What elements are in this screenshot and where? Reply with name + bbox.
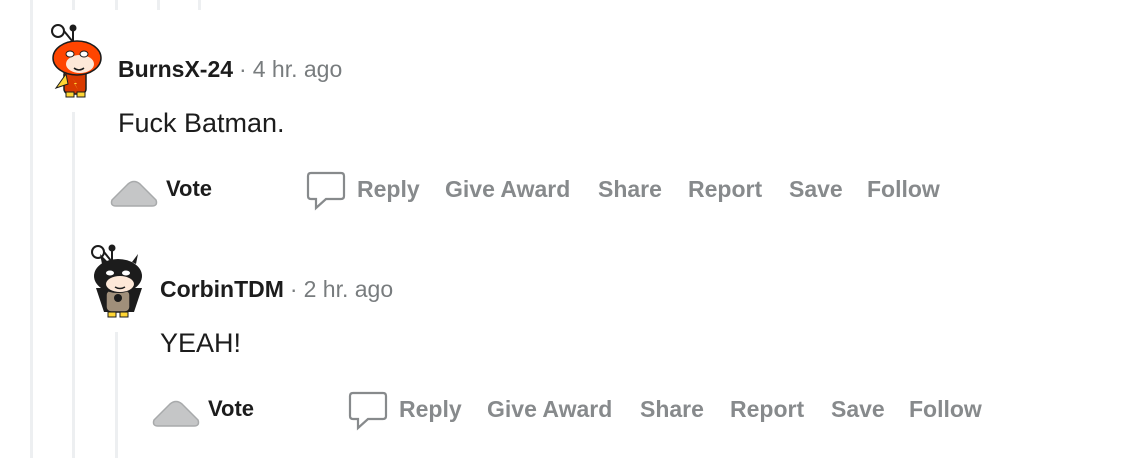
comment-body: Fuck Batman.	[118, 108, 285, 138]
comment-meta: CorbinTDM · 2 hr. ago	[160, 276, 393, 303]
give-award-button[interactable]: Give Award	[487, 396, 612, 423]
thread-line[interactable]	[198, 0, 201, 10]
comment-timestamp[interactable]: 4 hr. ago	[253, 56, 343, 82]
follow-button[interactable]: Follow	[909, 396, 982, 423]
thread-line[interactable]	[157, 0, 160, 10]
reply-button[interactable]: Reply	[399, 396, 462, 423]
thread-line[interactable]	[115, 332, 118, 458]
comment-actions: Vote Reply Give Award Share Report Save …	[108, 170, 1008, 212]
thread-line[interactable]	[72, 0, 75, 10]
avatar[interactable]	[88, 240, 150, 325]
reply-icon[interactable]	[306, 170, 346, 212]
username-link[interactable]: CorbinTDM	[160, 276, 284, 302]
follow-button[interactable]: Follow	[867, 176, 940, 203]
meta-separator: ·	[239, 56, 247, 82]
save-button[interactable]: Save	[831, 396, 885, 423]
report-button[interactable]: Report	[688, 176, 762, 203]
vote-label: Vote	[208, 396, 255, 421]
vote-label: Vote	[166, 176, 213, 201]
upvote-arrow-icon[interactable]	[108, 176, 160, 210]
avatar[interactable]	[46, 20, 108, 105]
share-button[interactable]: Share	[598, 176, 662, 203]
meta-separator: ·	[289, 276, 298, 302]
report-button[interactable]: Report	[730, 396, 804, 423]
snoo-flash-avatar-icon	[51, 24, 102, 98]
reply-button[interactable]: Reply	[357, 176, 420, 203]
snoo-batman-avatar-icon	[91, 244, 142, 318]
thread-line[interactable]	[115, 0, 118, 10]
thread-line[interactable]	[30, 0, 33, 458]
thread-line[interactable]	[72, 112, 75, 458]
username-link[interactable]: BurnsX-24	[118, 56, 233, 82]
comment-body: YEAH!	[160, 328, 242, 358]
reply-icon[interactable]	[348, 390, 388, 432]
upvote-arrow-icon[interactable]	[150, 396, 202, 430]
give-award-button[interactable]: Give Award	[445, 176, 570, 203]
share-button[interactable]: Share	[640, 396, 704, 423]
comment-meta: BurnsX-24 · 4 hr. ago	[118, 56, 342, 83]
save-button[interactable]: Save	[789, 176, 843, 203]
comment-timestamp[interactable]: 2 hr. ago	[304, 276, 394, 302]
comment-actions: Vote Reply Give Award Share Report Save …	[150, 390, 1050, 432]
